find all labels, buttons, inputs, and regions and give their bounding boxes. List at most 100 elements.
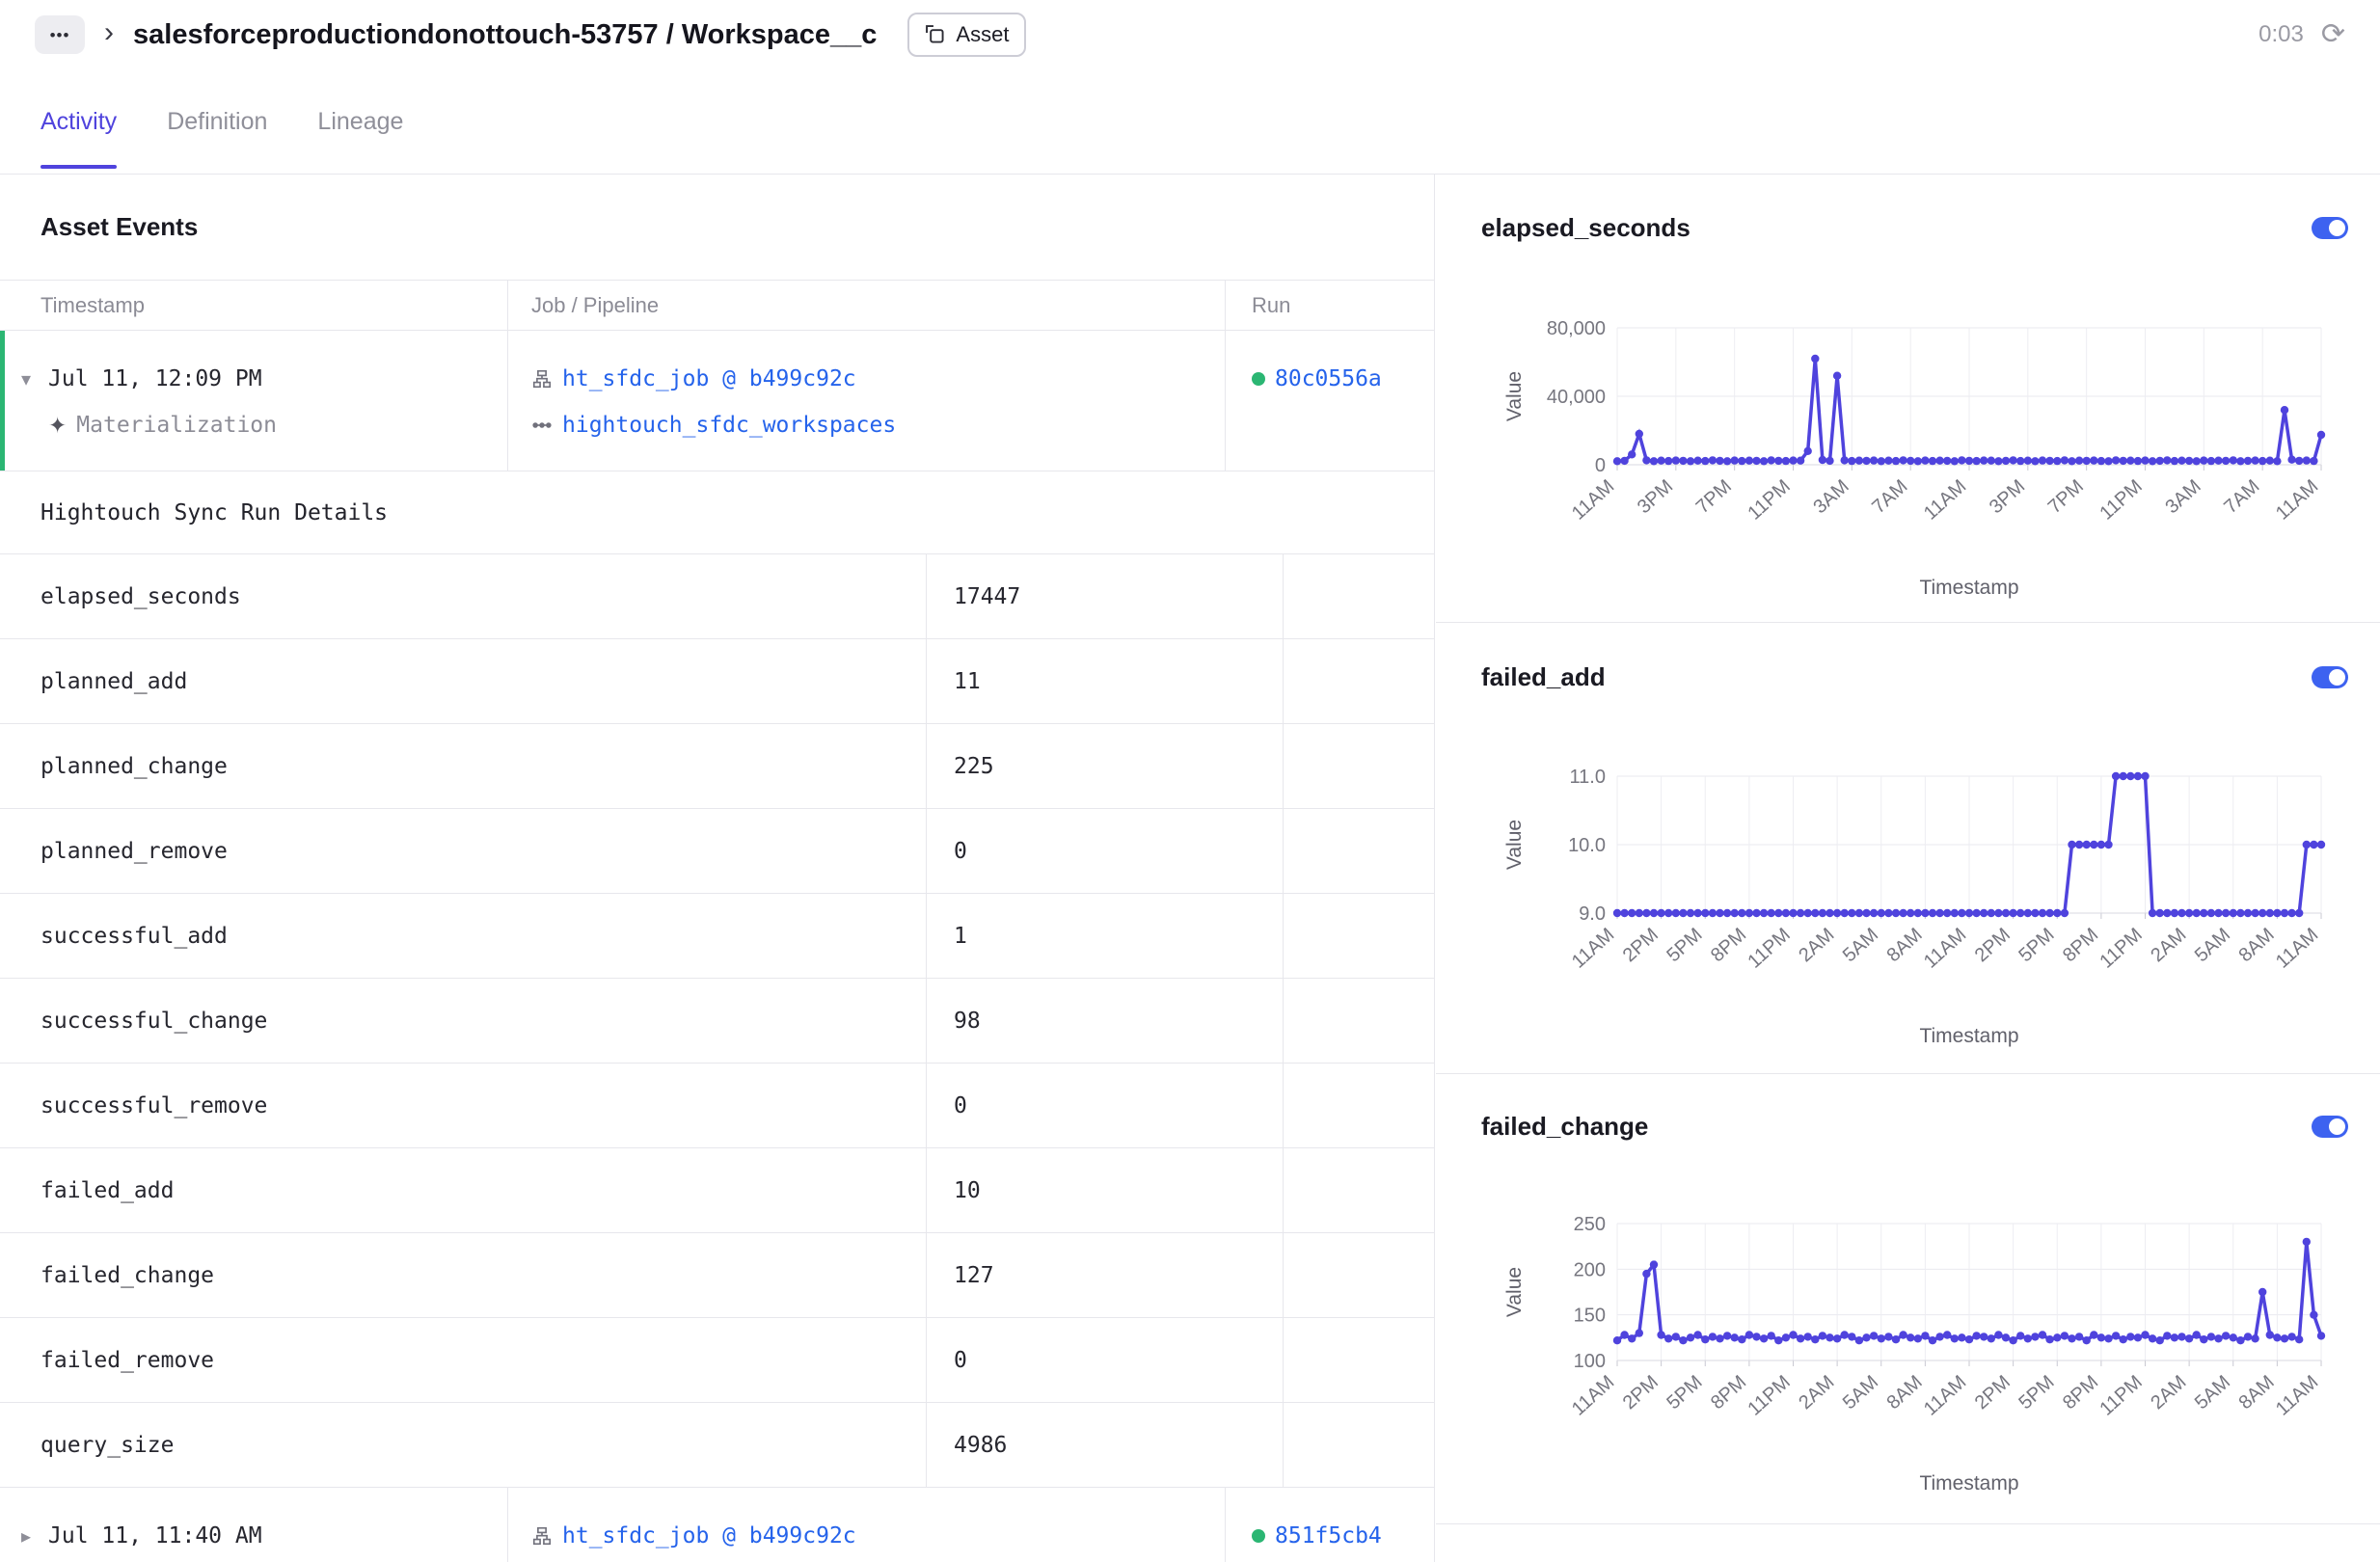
svg-text:Value: Value (1503, 371, 1526, 421)
chart-title-elapsed-seconds: elapsed_seconds (1481, 209, 1690, 246)
svg-text:7AM: 7AM (2220, 475, 2263, 518)
svg-text:7PM: 7PM (1692, 475, 1736, 518)
svg-text:11AM: 11AM (2272, 1371, 2322, 1419)
svg-text:100: 100 (1574, 1351, 1606, 1372)
svg-text:11AM: 11AM (1568, 924, 1618, 972)
refresh-timer: 0:03 (2258, 21, 2304, 48)
column-header-run: Run (1225, 281, 1434, 330)
header: ••• › salesforceproductiondonottouch-537… (0, 0, 2380, 69)
event-row-collapsed: ▸ Jul 11, 11:40 AM ht_sfdc_job @ b499c92… (0, 1488, 1434, 1562)
svg-text:11.0: 11.0 (1570, 767, 1606, 788)
kv-table: elapsed_seconds17447planned_add11planned… (0, 554, 1434, 1488)
kv-spacer (1283, 724, 1434, 808)
job-link[interactable]: ht_sfdc_job @ b499c92c (562, 1523, 856, 1549)
svg-text:7AM: 7AM (1868, 475, 1911, 518)
kv-value: 17447 (926, 554, 1283, 638)
tab-definition[interactable]: Definition (167, 69, 267, 174)
svg-text:3AM: 3AM (2161, 475, 2204, 518)
svg-text:11PM: 11PM (1744, 924, 1794, 972)
event-timestamp: Jul 11, 12:09 PM (48, 366, 262, 391)
svg-text:5AM: 5AM (2191, 924, 2234, 966)
run-link[interactable]: 80c0556a (1275, 366, 1382, 391)
kv-key: planned_remove (0, 809, 926, 893)
svg-text:8AM: 8AM (2234, 924, 2278, 966)
chart-toggle-failed-change[interactable] (2312, 1116, 2348, 1138)
kv-spacer (1283, 1233, 1434, 1317)
kv-spacer (1283, 894, 1434, 978)
svg-text:11PM: 11PM (1744, 475, 1794, 524)
refresh-icon[interactable]: ⟳ (2321, 20, 2345, 49)
kv-row: failed_remove0 (0, 1318, 1434, 1403)
tab-lineage[interactable]: Lineage (317, 69, 403, 174)
column-header-job: Job / Pipeline (507, 281, 1225, 330)
event-timestamp: Jul 11, 11:40 AM (48, 1523, 262, 1549)
kv-row: planned_add11 (0, 639, 1434, 724)
failed-change-chart: 10015020025011AM2PM5PM8PM11PM2AM5AM8AM11… (1503, 1208, 2342, 1497)
kv-row: successful_remove0 (0, 1064, 1434, 1148)
asset-badge: Asset (907, 13, 1026, 57)
tab-bar: Activity Definition Lineage (0, 69, 2380, 175)
svg-text:80,000: 80,000 (1547, 318, 1606, 339)
svg-text:11PM: 11PM (2096, 1371, 2146, 1419)
svg-text:11AM: 11AM (2272, 924, 2322, 972)
kv-spacer (1283, 554, 1434, 638)
job-link[interactable]: ht_sfdc_job @ b499c92c (562, 366, 856, 391)
svg-text:11AM: 11AM (2272, 475, 2322, 524)
svg-text:2AM: 2AM (2147, 1371, 2190, 1414)
svg-text:9.0: 9.0 (1579, 903, 1606, 925)
kv-row: failed_change127 (0, 1233, 1434, 1318)
page-title: salesforceproductiondonottouch-53757 / W… (133, 19, 877, 51)
svg-text:2AM: 2AM (1795, 924, 1838, 966)
svg-text:8PM: 8PM (2059, 1371, 2102, 1414)
tab-activity[interactable]: Activity (41, 69, 117, 174)
breadcrumb-menu-button[interactable]: ••• (35, 15, 85, 54)
chart-toggle-elapsed-seconds[interactable] (2312, 217, 2348, 239)
divider (1436, 1073, 2380, 1074)
asset-icon (925, 24, 946, 45)
svg-text:Value: Value (1503, 820, 1526, 870)
kv-spacer (1283, 1403, 1434, 1487)
pipeline-link[interactable]: hightouch_sfdc_workspaces (562, 413, 896, 438)
chart-title-failed-change: failed_change (1481, 1108, 1648, 1145)
asset-badge-label: Asset (956, 22, 1009, 47)
kv-value: 10 (926, 1148, 1283, 1232)
kv-value: 98 (926, 979, 1283, 1063)
svg-text:5AM: 5AM (1839, 924, 1882, 966)
ellipsis-icon: ••• (50, 27, 70, 43)
materialization-icon: ✦ (48, 413, 67, 439)
kv-spacer (1283, 809, 1434, 893)
failed-add-chart: 9.010.011.011AM2PM5PM8PM11PM2AM5AM8AM11A… (1503, 761, 2342, 1050)
svg-text:11PM: 11PM (2096, 924, 2146, 972)
kv-key: planned_change (0, 724, 926, 808)
svg-text:3PM: 3PM (1986, 475, 2029, 518)
kv-spacer (1283, 1064, 1434, 1147)
kv-row: successful_change98 (0, 979, 1434, 1064)
sync-details-title: Hightouch Sync Run Details (0, 471, 1434, 554)
expand-caret-icon[interactable]: ▸ (14, 1524, 39, 1549)
kv-row: query_size4986 (0, 1403, 1434, 1488)
svg-text:8PM: 8PM (1707, 1371, 1750, 1414)
svg-text:10.0: 10.0 (1568, 835, 1606, 856)
run-link[interactable]: 851f5cb4 (1275, 1523, 1382, 1549)
job-icon (531, 368, 553, 390)
divider (1436, 622, 2380, 623)
column-header-timestamp: Timestamp (0, 281, 507, 330)
collapse-caret-icon[interactable]: ▾ (14, 367, 39, 391)
chart-toggle-failed-add[interactable] (2312, 666, 2348, 688)
event-row-expanded: ▾ Jul 11, 12:09 PM ✦ Materialization ht_… (0, 331, 1434, 471)
svg-text:8AM: 8AM (1882, 924, 1926, 966)
kv-key: query_size (0, 1403, 926, 1487)
svg-text:2PM: 2PM (1619, 1371, 1663, 1414)
run-status-dot (1252, 1529, 1265, 1543)
kv-value: 0 (926, 1318, 1283, 1402)
kv-value: 11 (926, 639, 1283, 723)
svg-text:2AM: 2AM (2147, 924, 2190, 966)
svg-text:11AM: 11AM (1568, 475, 1618, 524)
svg-text:40,000: 40,000 (1547, 387, 1606, 408)
svg-text:2PM: 2PM (1971, 924, 2015, 966)
svg-text:8PM: 8PM (2059, 924, 2102, 966)
kv-value: 127 (926, 1233, 1283, 1317)
svg-text:11AM: 11AM (1920, 475, 1970, 524)
kv-row: successful_add1 (0, 894, 1434, 979)
svg-text:2PM: 2PM (1971, 1371, 2015, 1414)
